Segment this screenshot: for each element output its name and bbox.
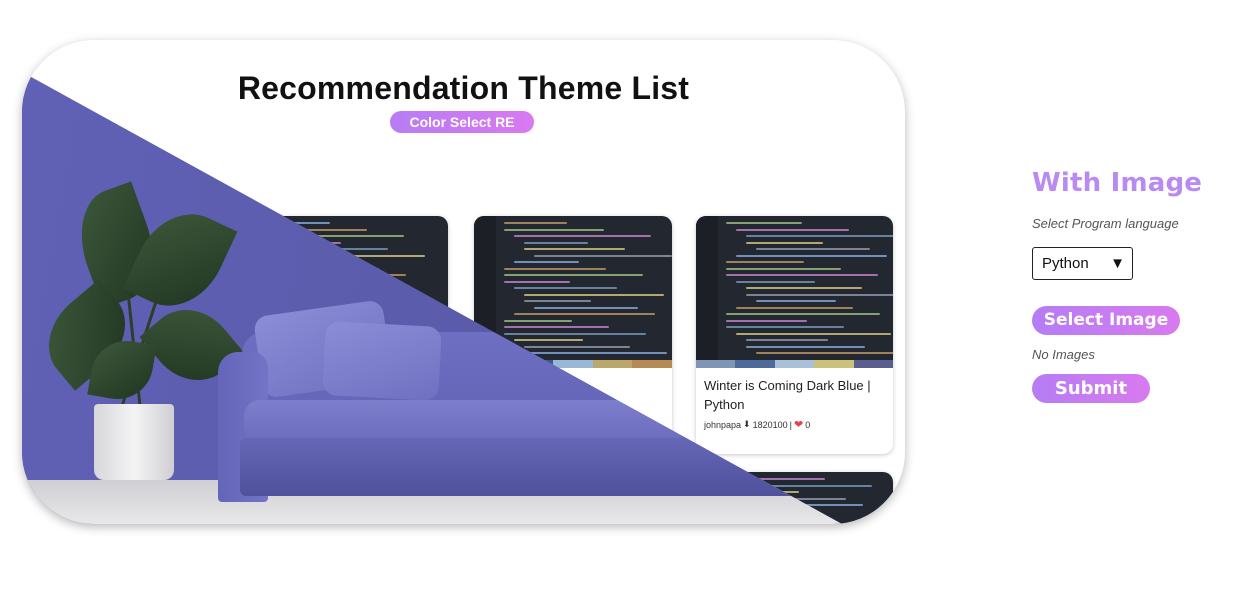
hero-banner: Recommendation Theme List Color Select R… bbox=[22, 40, 905, 524]
code-line bbox=[756, 300, 836, 302]
theme-card-meta: johnpapa ⬇ 1820100 | ❤ 0 bbox=[704, 418, 810, 431]
code-line bbox=[746, 339, 828, 341]
code-line bbox=[504, 280, 570, 283]
author-name[interactable]: johnpapa bbox=[704, 420, 741, 430]
code-line bbox=[736, 306, 853, 309]
code-line bbox=[756, 248, 870, 250]
language-select[interactable]: Python ▼ bbox=[1032, 247, 1133, 280]
image-status: No Images bbox=[1032, 347, 1095, 362]
color-palette bbox=[696, 360, 893, 368]
heart-icon[interactable]: ❤ bbox=[794, 418, 803, 431]
download-icon: ⬇ bbox=[743, 419, 751, 429]
language-select-value: Python bbox=[1042, 255, 1089, 272]
palette-swatch bbox=[774, 360, 815, 368]
code-line bbox=[736, 254, 887, 257]
like-count: 0 bbox=[805, 419, 811, 430]
code-line bbox=[534, 254, 672, 257]
page: Recommendation Theme List Color Select R… bbox=[0, 0, 1241, 595]
code-line bbox=[736, 228, 849, 231]
code-line bbox=[504, 274, 643, 276]
code-line bbox=[736, 280, 815, 283]
select-image-button[interactable]: Select Image bbox=[1032, 306, 1180, 335]
code-line bbox=[726, 313, 880, 315]
code-line bbox=[524, 248, 625, 250]
code-line bbox=[726, 326, 844, 328]
code-line bbox=[756, 352, 893, 354]
code-line bbox=[514, 287, 617, 289]
code-line bbox=[726, 319, 807, 322]
chevron-down-icon: ▼ bbox=[1110, 255, 1125, 272]
code-line bbox=[504, 319, 572, 322]
code-line bbox=[524, 352, 667, 354]
code-line bbox=[504, 332, 646, 335]
theme-card-featured[interactable]: Winter is Coming Dark Blue | Python john… bbox=[696, 216, 893, 454]
meta-separator: | bbox=[789, 419, 792, 430]
code-line bbox=[534, 306, 638, 309]
code-line bbox=[726, 261, 804, 263]
code-line bbox=[746, 293, 893, 296]
palette-swatch bbox=[696, 360, 736, 368]
code-line bbox=[504, 267, 606, 270]
code-line bbox=[726, 267, 841, 270]
palette-swatch bbox=[853, 360, 893, 368]
code-line bbox=[746, 235, 893, 237]
code-line bbox=[514, 339, 583, 341]
code-line bbox=[524, 300, 591, 302]
hero-badge: Color Select RE bbox=[390, 111, 534, 133]
theme-card-title[interactable]: Winter is Coming Dark Blue | Python bbox=[704, 376, 889, 414]
code-line bbox=[736, 332, 891, 335]
submit-button[interactable]: Submit bbox=[1032, 374, 1150, 403]
hero-title: Recommendation Theme List bbox=[237, 70, 690, 106]
upload-form: With Image Select Program language Pytho… bbox=[1032, 168, 1232, 403]
code-line bbox=[524, 293, 664, 296]
code-screenshot bbox=[696, 216, 893, 366]
palette-swatch bbox=[814, 360, 854, 368]
code-line bbox=[726, 222, 802, 224]
code-line bbox=[746, 345, 865, 348]
palette-swatch bbox=[735, 360, 775, 368]
download-count: 1820100 bbox=[752, 419, 788, 430]
code-line bbox=[514, 235, 651, 237]
form-heading: With Image bbox=[1032, 168, 1203, 198]
code-line bbox=[504, 228, 604, 231]
code-line bbox=[504, 222, 567, 224]
code-line bbox=[746, 241, 823, 244]
code-line bbox=[524, 345, 630, 348]
code-line bbox=[726, 274, 878, 276]
code-line bbox=[504, 326, 609, 328]
code-line bbox=[524, 241, 588, 244]
language-label: Select Program language bbox=[1032, 216, 1179, 231]
code-line bbox=[514, 313, 655, 315]
code-line bbox=[514, 261, 579, 263]
code-line bbox=[746, 287, 862, 289]
